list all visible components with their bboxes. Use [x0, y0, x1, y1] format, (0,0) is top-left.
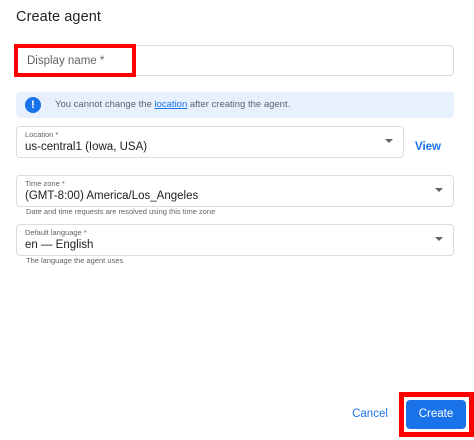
location-select[interactable]: Location * us-central1 (Iowa, USA)	[16, 126, 404, 158]
time-zone-hint: Date and time requests are resolved usin…	[26, 207, 216, 216]
create-agent-dialog: Create agent Display name * ! You cannot…	[0, 0, 474, 440]
dialog-title: Create agent	[16, 9, 102, 25]
display-name-placeholder: Display name *	[27, 55, 105, 67]
time-zone-label: Time zone *	[25, 179, 65, 188]
location-value: us-central1 (Iowa, USA)	[25, 141, 148, 153]
view-location-button[interactable]: View	[415, 141, 441, 153]
location-label: Location *	[25, 130, 59, 139]
chevron-down-icon	[435, 188, 443, 192]
default-language-value: en — English	[25, 239, 94, 251]
chevron-down-icon	[435, 237, 443, 241]
chevron-down-icon	[385, 139, 393, 143]
cancel-button[interactable]: Cancel	[346, 403, 394, 425]
default-language-hint: The language the agent uses	[26, 256, 124, 265]
time-zone-select[interactable]: Time zone * (GMT-8:00) America/Los_Angel…	[16, 175, 454, 207]
create-button[interactable]: Create	[406, 400, 466, 429]
info-banner: ! You cannot change the location after c…	[16, 92, 454, 118]
info-text-before: You cannot change the	[55, 99, 155, 110]
info-icon: !	[25, 97, 41, 113]
location-link[interactable]: location	[155, 99, 188, 110]
info-banner-text: You cannot change the location after cre…	[55, 99, 290, 110]
default-language-label: Default language *	[25, 228, 87, 237]
info-text-after: after creating the agent.	[187, 99, 291, 110]
default-language-select[interactable]: Default language * en — English	[16, 224, 454, 256]
time-zone-value: (GMT-8:00) America/Los_Angeles	[25, 190, 199, 202]
display-name-field[interactable]: Display name *	[16, 45, 454, 76]
